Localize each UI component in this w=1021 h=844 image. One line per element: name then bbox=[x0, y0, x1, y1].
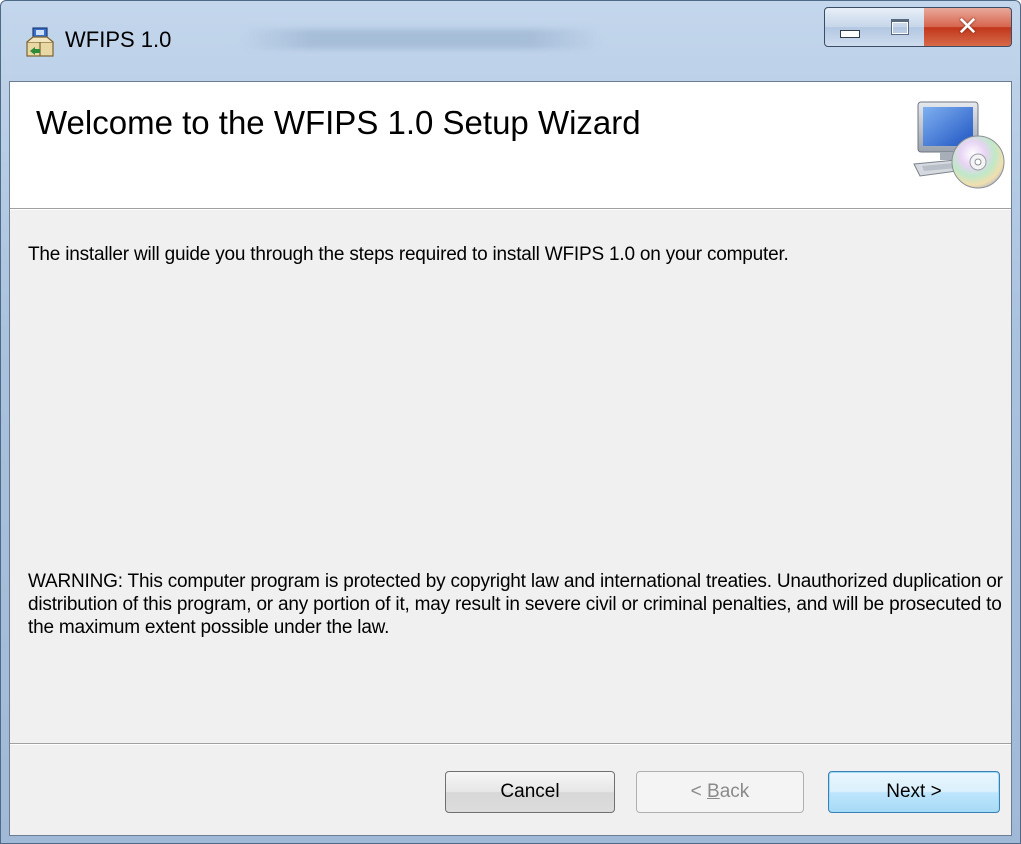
redacted-title-area bbox=[241, 29, 601, 49]
maximize-icon bbox=[890, 19, 909, 35]
back-button-accelerator: B bbox=[707, 781, 720, 802]
minimize-icon bbox=[840, 30, 860, 38]
banner-divider bbox=[10, 209, 1011, 210]
window-title: WFIPS 1.0 bbox=[65, 27, 172, 52]
back-button[interactable]: < Back bbox=[636, 771, 804, 813]
wizard-banner: Welcome to the WFIPS 1.0 Setup Wizard bbox=[10, 82, 1011, 209]
back-button-prefix: < bbox=[690, 781, 708, 802]
maximize-button[interactable] bbox=[875, 7, 925, 47]
minimize-button[interactable] bbox=[824, 7, 876, 47]
close-icon: ✕ bbox=[956, 12, 979, 42]
page-title: Welcome to the WFIPS 1.0 Setup Wizard bbox=[36, 104, 641, 141]
computer-cd-icon bbox=[912, 98, 1006, 190]
copyright-warning: WARNING: This computer program is protec… bbox=[28, 571, 1003, 638]
cancel-button[interactable]: Cancel bbox=[445, 771, 615, 813]
next-button[interactable]: Next > bbox=[828, 771, 1000, 813]
back-button-label: ack bbox=[719, 781, 750, 802]
wizard-content: Welcome to the WFIPS 1.0 Setup Wizard Th… bbox=[9, 81, 1012, 836]
footer-divider bbox=[10, 743, 1011, 744]
installer-window: WFIPS 1.0 ✕ Welcome to the WFIPS 1.0 Set… bbox=[0, 0, 1021, 844]
caption-buttons: ✕ bbox=[824, 7, 1012, 49]
installer-package-icon[interactable] bbox=[23, 25, 57, 59]
title-bar[interactable]: WFIPS 1.0 ✕ bbox=[1, 1, 1020, 81]
intro-text: The installer will guide you through the… bbox=[28, 244, 789, 265]
close-button[interactable]: ✕ bbox=[924, 7, 1012, 47]
